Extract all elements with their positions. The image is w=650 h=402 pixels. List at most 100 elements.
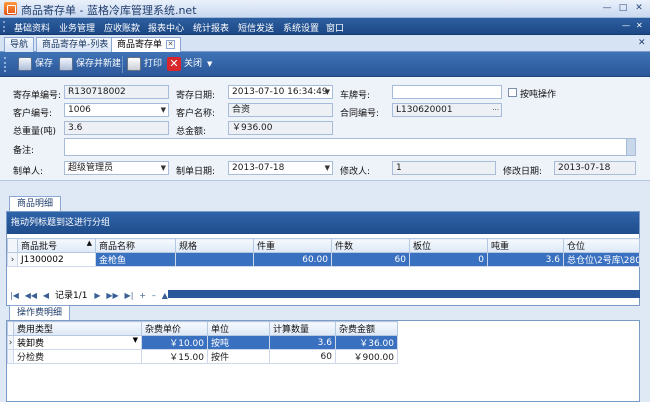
tab-fee-detail[interactable]: 操作费明细 xyxy=(9,305,71,320)
col-batch[interactable]: 商品批号 ▲ xyxy=(17,238,96,253)
row-indicator-header xyxy=(7,238,18,253)
cell-fee-qty[interactable]: 3.6 xyxy=(269,335,336,350)
plate-input[interactable] xyxy=(392,85,502,99)
maximize-icon[interactable]: □ xyxy=(616,3,630,14)
cell-fee-unit[interactable]: 按吨 xyxy=(207,335,270,350)
col-tons[interactable]: 吨重 xyxy=(487,238,564,253)
customer-no-label: 客户编号: xyxy=(13,109,53,119)
col-fee-price[interactable]: 杂费单价 xyxy=(141,321,208,336)
menu-window[interactable]: 窗口 xyxy=(326,21,344,34)
record-counter: 记录1/1 xyxy=(54,291,88,301)
tab-deposit-bill[interactable]: 商品寄存单 ✕ xyxy=(111,37,182,52)
menu-business[interactable]: 业务管理 xyxy=(59,21,95,34)
save-new-icon xyxy=(59,57,73,71)
cell-pallet[interactable]: 0 xyxy=(409,252,488,267)
col-fee-qty[interactable]: 计算数量 xyxy=(269,321,336,336)
bill-no-field[interactable]: R130718002 xyxy=(64,85,169,99)
table-row[interactable]: › 装卸费 ▼ ￥10.00 按吨 3.6 ￥36.00 xyxy=(7,335,398,350)
nav-next-page-icon[interactable]: ▶▶ xyxy=(106,291,118,300)
menu-close-icon[interactable]: ✕ xyxy=(636,21,643,30)
menu-statistics[interactable]: 统计报表 xyxy=(193,21,229,34)
menu-sms[interactable]: 短信发送 xyxy=(238,21,274,34)
col-fee-type[interactable]: 费用类型 xyxy=(13,321,142,336)
remark-scrollbar[interactable] xyxy=(626,139,635,155)
bill-header-form: 寄存单编号: R130718002 寄存日期: 2013-07-10 16:34… xyxy=(0,77,650,181)
col-unit-weight[interactable]: 件重 xyxy=(253,238,332,253)
col-fee-unit[interactable]: 单位 xyxy=(207,321,270,336)
detail-area: 商品明细 拖动列标题到这进行分组 商品批号 ▲ 商品名称 规格 件重 件数 板位 … xyxy=(6,183,646,402)
close-all-tabs-icon[interactable]: ✕ xyxy=(638,38,646,48)
menu-basic-data[interactable]: 基础资料 xyxy=(14,21,50,34)
cell-fee-type-select[interactable]: 装卸费 ▼ xyxy=(13,335,142,350)
cell-batch[interactable]: J1300002 xyxy=(17,252,96,267)
nav-prev-page-icon[interactable]: ◀◀ xyxy=(25,291,37,300)
nav-delete-icon[interactable]: – xyxy=(152,291,156,300)
nav-next-icon[interactable]: ▶ xyxy=(94,291,100,300)
save-button[interactable]: 保存 xyxy=(18,57,54,72)
cell-name[interactable]: 金枪鱼 xyxy=(95,252,176,267)
ton-operation-checkbox[interactable] xyxy=(508,88,517,97)
contract-no-field[interactable]: L130620001 ··· xyxy=(392,103,502,117)
col-count[interactable]: 件数 xyxy=(331,238,410,253)
maker-select[interactable]: 超级管理员 ▼ xyxy=(64,161,169,175)
cell-fee-amount[interactable]: ￥36.00 xyxy=(335,335,398,350)
chevron-down-icon: ▼ xyxy=(324,88,330,96)
cell-spec[interactable] xyxy=(175,252,254,267)
nav-first-icon[interactable]: |◀ xyxy=(10,291,19,300)
product-grid-hscroll[interactable] xyxy=(168,290,640,298)
chevron-down-icon[interactable]: ▼ xyxy=(207,57,212,72)
deposit-date-picker[interactable]: 2013-07-10 16:34:49 ▼ xyxy=(228,85,333,99)
cell-location[interactable]: 总仓位\2号库\2806 xyxy=(563,252,640,267)
table-row[interactable]: 分检费 ￥15.00 按件 60 ￥900.00 xyxy=(7,349,398,364)
col-name[interactable]: 商品名称 xyxy=(95,238,176,253)
menu-receivables[interactable]: 应收账款 xyxy=(104,21,140,34)
close-window-icon[interactable]: ✕ xyxy=(632,3,646,14)
tab-label: 商品寄存单-列表 xyxy=(42,40,109,50)
tab-navigation[interactable]: 导航 xyxy=(4,37,35,52)
col-fee-amount[interactable]: 杂费金额 xyxy=(335,321,398,336)
modify-date-field[interactable]: 2013-07-18 xyxy=(554,161,636,175)
cell-fee-price[interactable]: ￥10.00 xyxy=(141,335,208,350)
maker-label: 制单人: xyxy=(13,167,44,177)
menu-settings[interactable]: 系统设置 xyxy=(283,21,319,34)
remark-textarea[interactable] xyxy=(64,138,636,156)
cell-fee-type[interactable]: 分检费 xyxy=(13,349,142,364)
save-and-new-button[interactable]: 保存并新建 xyxy=(59,57,121,72)
table-row[interactable]: › J1300002 金枪鱼 60.00 60 0 3.6 总仓位\2号库\28… xyxy=(7,252,640,267)
customer-name-field[interactable]: 合资 xyxy=(228,103,333,117)
menu-minimize-icon[interactable]: — xyxy=(622,21,630,30)
total-weight-field[interactable]: 3.6 xyxy=(64,121,169,135)
cell-count[interactable]: 60 xyxy=(331,252,410,267)
nav-last-icon[interactable]: ▶| xyxy=(125,291,134,300)
cell-tons[interactable]: 3.6 xyxy=(487,252,564,267)
total-amount-field[interactable]: ￥936.00 xyxy=(228,121,333,135)
modifier-field[interactable]: 1 xyxy=(392,161,496,175)
group-by-panel[interactable]: 拖动列标题到这进行分组 xyxy=(7,212,639,234)
cell-unit-weight[interactable]: 60.00 xyxy=(253,252,332,267)
minimize-icon[interactable]: — xyxy=(600,3,614,14)
cell-fee-price[interactable]: ￥15.00 xyxy=(141,349,208,364)
close-button[interactable]: ✕ 关闭 ▼ xyxy=(167,57,213,72)
nav-add-icon[interactable]: + xyxy=(139,291,146,300)
bill-no-label: 寄存单编号: xyxy=(13,91,62,101)
menu-reports[interactable]: 报表中心 xyxy=(148,21,184,34)
nav-prev-icon[interactable]: ◀ xyxy=(43,291,49,300)
cell-fee-unit[interactable]: 按件 xyxy=(207,349,270,364)
row-indicator-icon: › xyxy=(7,252,18,267)
customer-no-select[interactable]: 1006 ▼ xyxy=(64,103,169,117)
col-spec[interactable]: 规格 xyxy=(175,238,254,253)
make-date-picker[interactable]: 2013-07-18 ▼ xyxy=(228,161,333,175)
col-location[interactable]: 仓位 xyxy=(563,238,640,253)
menu-grip-icon xyxy=(3,21,6,32)
nav-up-icon[interactable]: ▲ xyxy=(162,291,168,300)
chevron-down-icon: ▼ xyxy=(160,106,166,114)
tab-product-detail[interactable]: 商品明细 xyxy=(9,196,62,211)
ellipsis-button[interactable]: ··· xyxy=(492,104,499,116)
tab-deposit-list[interactable]: 商品寄存单-列表 xyxy=(36,37,115,52)
cell-fee-amount[interactable]: ￥900.00 xyxy=(335,349,398,364)
tab-close-icon[interactable]: ✕ xyxy=(166,40,176,49)
cell-fee-qty[interactable]: 60 xyxy=(269,349,336,364)
print-button[interactable]: 打印 xyxy=(127,57,163,72)
col-pallet[interactable]: 板位 xyxy=(409,238,488,253)
customer-name-label: 客户名称: xyxy=(176,109,216,119)
